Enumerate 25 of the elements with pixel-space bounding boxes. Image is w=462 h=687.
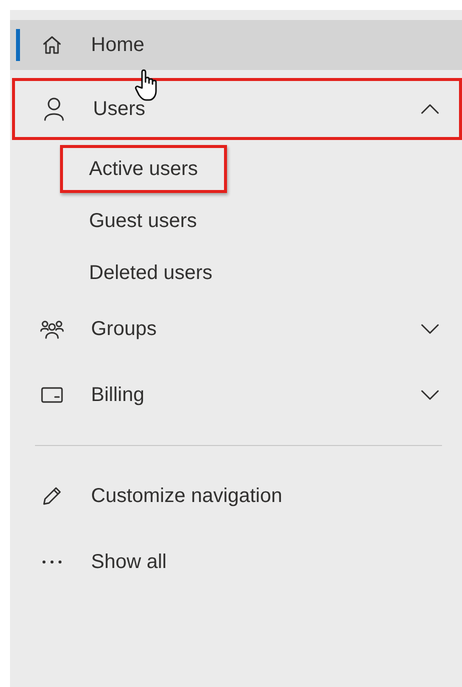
nav-item[interactable]: Billing: [10, 365, 462, 425]
selection-indicator: [16, 29, 20, 61]
sub-nav-link[interactable]: Guest users: [60, 197, 226, 245]
pencil-icon: [41, 485, 63, 507]
sub-nav-link[interactable]: Active users: [60, 145, 227, 193]
nav-action[interactable]: Customize navigation: [10, 466, 462, 526]
nav-action-label: Show all: [91, 550, 168, 575]
nav-item-label: Groups: [91, 317, 158, 342]
chevron-up-icon[interactable]: [421, 104, 439, 114]
nav-item[interactable]: Groups: [10, 299, 462, 359]
group-icon: [40, 319, 64, 339]
user-icon: [43, 97, 65, 121]
nav-item-label: Home: [91, 33, 146, 58]
nav-action[interactable]: Show all: [10, 532, 462, 592]
sub-nav-link[interactable]: Deleted users: [60, 249, 242, 297]
home-icon: [41, 34, 63, 56]
chevron-down-icon[interactable]: [421, 390, 439, 400]
chevron-down-icon[interactable]: [421, 324, 439, 334]
nav-item-label: Billing: [91, 383, 146, 408]
nav-item[interactable]: Users: [12, 78, 462, 140]
card-icon: [40, 385, 64, 405]
more-icon: [41, 559, 63, 565]
nav-item-label: Users: [93, 97, 146, 122]
nav-action-label: Customize navigation: [91, 484, 284, 509]
nav-item[interactable]: Home: [10, 20, 462, 70]
